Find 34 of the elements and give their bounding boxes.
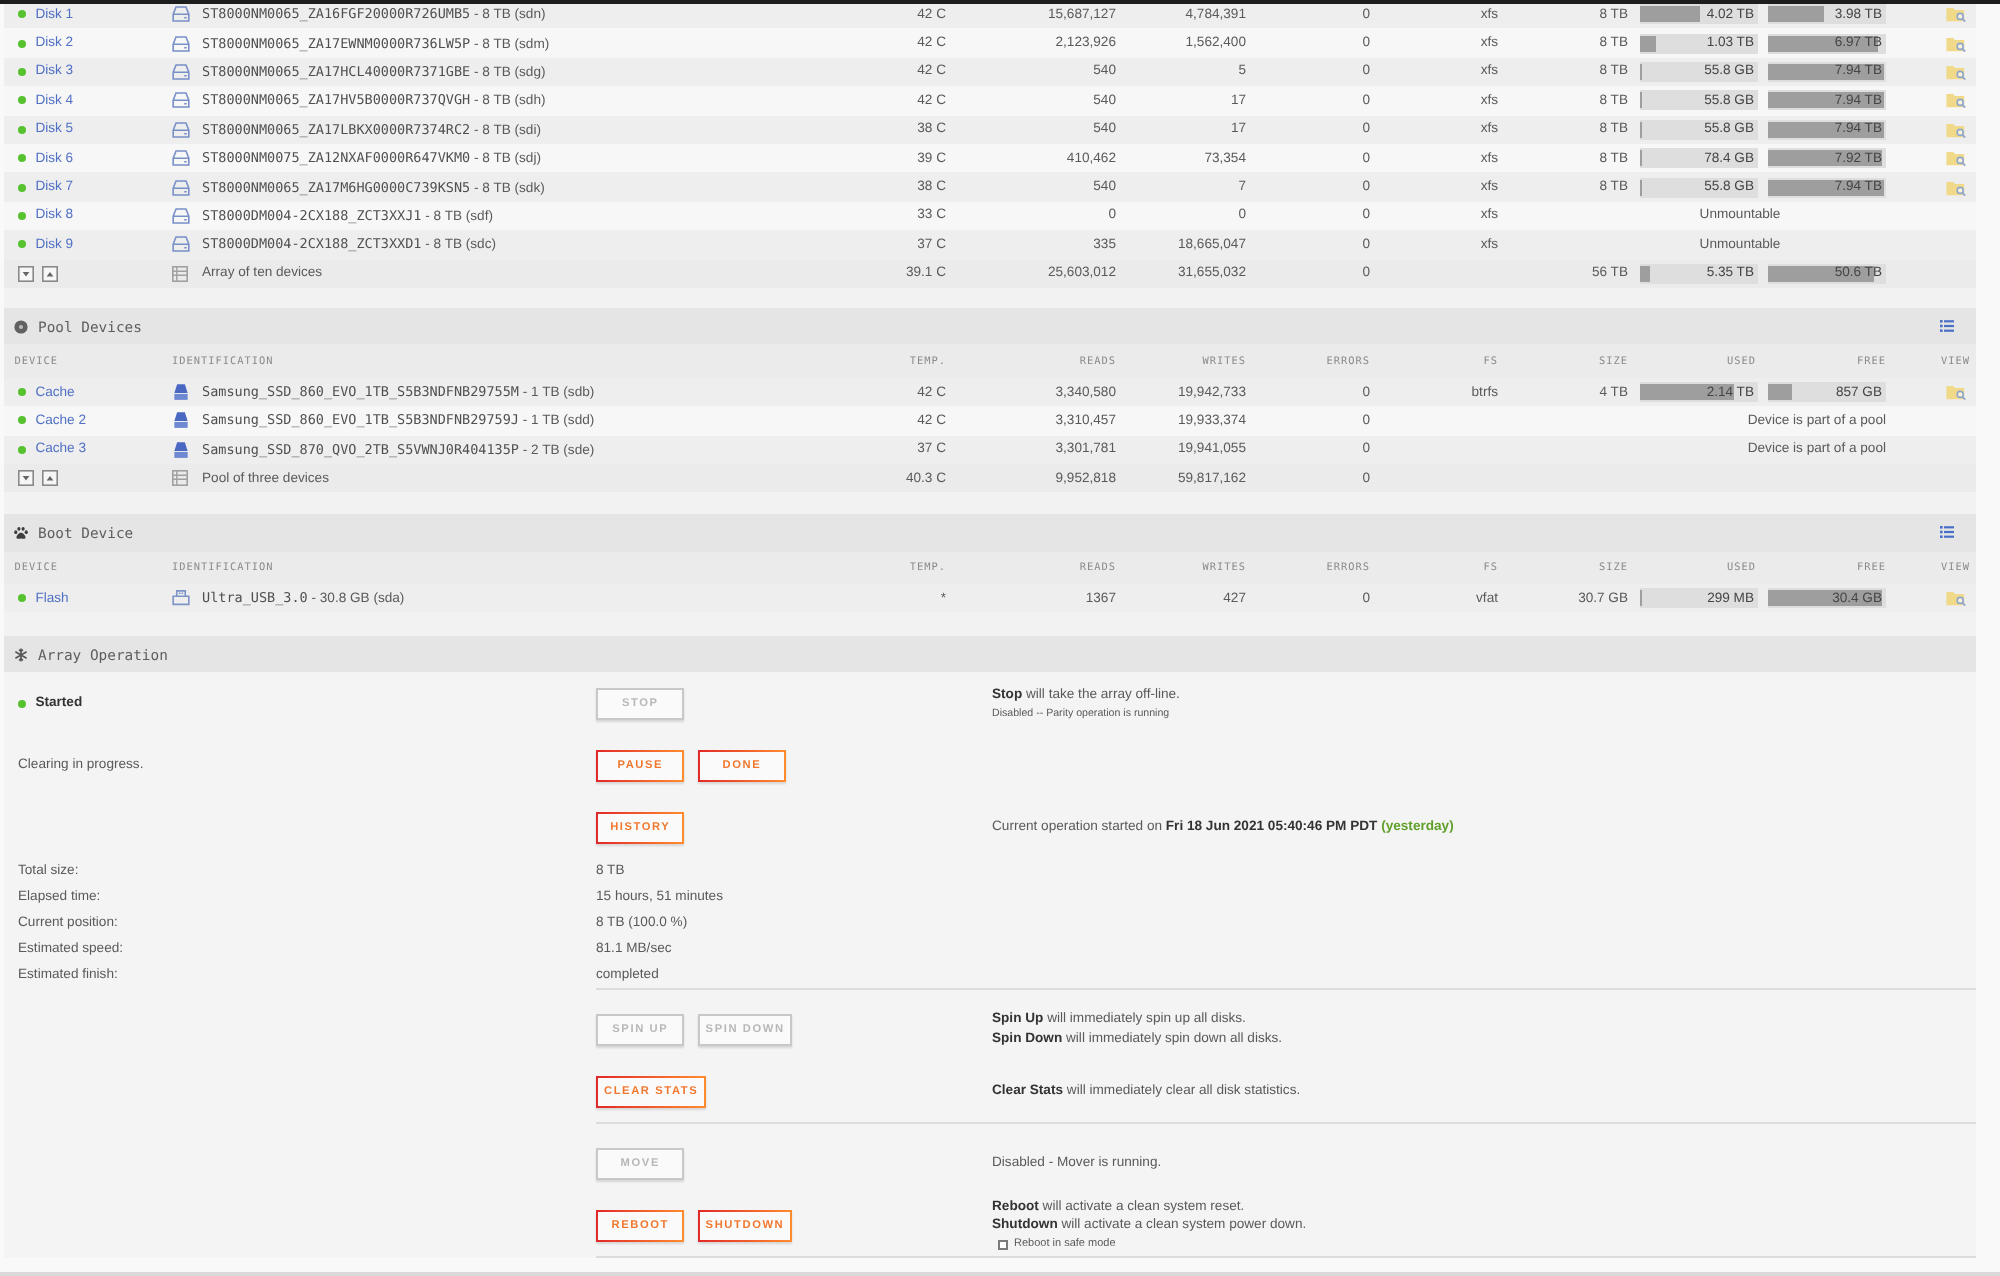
table-icon	[172, 265, 188, 282]
folder-search-icon[interactable]	[1946, 6, 1966, 23]
folder-search-icon[interactable]	[1946, 179, 1966, 196]
down-caret-box-icon[interactable]	[18, 265, 35, 282]
hard-drive-icon	[172, 92, 190, 109]
folder-search-icon[interactable]	[1946, 384, 1966, 401]
down-caret-box-icon[interactable]	[18, 470, 35, 487]
hard-drive-icon	[172, 63, 190, 80]
hard-drive-icon	[172, 207, 190, 224]
hard-drive-icon	[172, 6, 190, 23]
usb-stick-icon	[172, 590, 190, 607]
drive-icon	[174, 384, 188, 401]
hard-drive-icon	[172, 236, 190, 253]
list-icon[interactable]	[1940, 320, 1954, 333]
folder-search-icon[interactable]	[1946, 63, 1966, 80]
folder-search-icon[interactable]	[1946, 92, 1966, 109]
hard-drive-icon	[172, 121, 190, 138]
hard-drive-icon	[172, 179, 190, 196]
up-caret-box-icon[interactable]	[41, 265, 58, 282]
drive-icon	[174, 441, 188, 458]
checkbox[interactable]	[997, 1239, 1008, 1250]
disc-icon	[14, 319, 28, 334]
snowflake-icon	[14, 647, 28, 662]
hard-drive-icon	[172, 35, 190, 52]
folder-search-icon[interactable]	[1946, 150, 1966, 167]
folder-search-icon[interactable]	[1946, 35, 1966, 52]
folder-search-icon[interactable]	[1946, 121, 1966, 138]
table-icon	[172, 470, 188, 487]
folder-search-icon[interactable]	[1946, 590, 1966, 607]
up-caret-box-icon[interactable]	[41, 470, 58, 487]
drive-icon	[174, 412, 188, 429]
paw-icon	[14, 525, 28, 540]
list-icon[interactable]	[1940, 526, 1954, 539]
hard-drive-icon	[172, 150, 190, 167]
